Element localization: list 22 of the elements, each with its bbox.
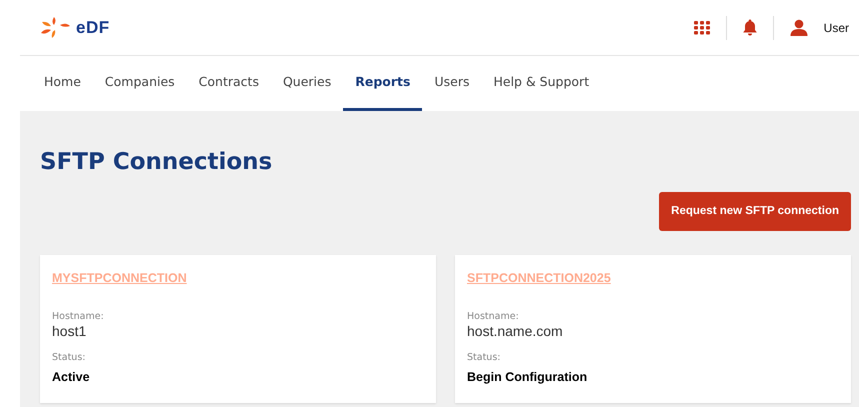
- hostname-value: host.name.com: [467, 324, 564, 340]
- logo-icon: [38, 16, 72, 40]
- logo-text: eDF: [76, 16, 110, 39]
- nav-tab[interactable]: Companies: [92, 56, 187, 111]
- request-connection-button[interactable]: Request new SFTP connection: [659, 192, 851, 231]
- hostname-label: Hostname:: [467, 310, 520, 324]
- user-name[interactable]: User: [824, 18, 849, 36]
- status-value: Begin Configuration: [467, 369, 588, 386]
- nav-tab[interactable]: Home: [32, 56, 93, 111]
- user-icon[interactable]: [790, 19, 808, 36]
- apps-grid-icon[interactable]: [694, 20, 710, 34]
- hostname-value: host1: [52, 324, 88, 340]
- nav-tab[interactable]: Users: [422, 56, 482, 111]
- status-value: Active: [52, 369, 91, 386]
- nav-tab[interactable]: Queries: [270, 56, 344, 111]
- notification-bell-icon[interactable]: [742, 19, 757, 36]
- page-title: SFTP Connections: [40, 149, 274, 177]
- status-label: Status:: [52, 351, 86, 366]
- nav-tab[interactable]: Contracts: [186, 56, 271, 111]
- status-label: Status:: [467, 351, 502, 366]
- nav-tab[interactable]: Help & Support: [481, 56, 602, 111]
- hostname-label: Hostname:: [52, 310, 105, 324]
